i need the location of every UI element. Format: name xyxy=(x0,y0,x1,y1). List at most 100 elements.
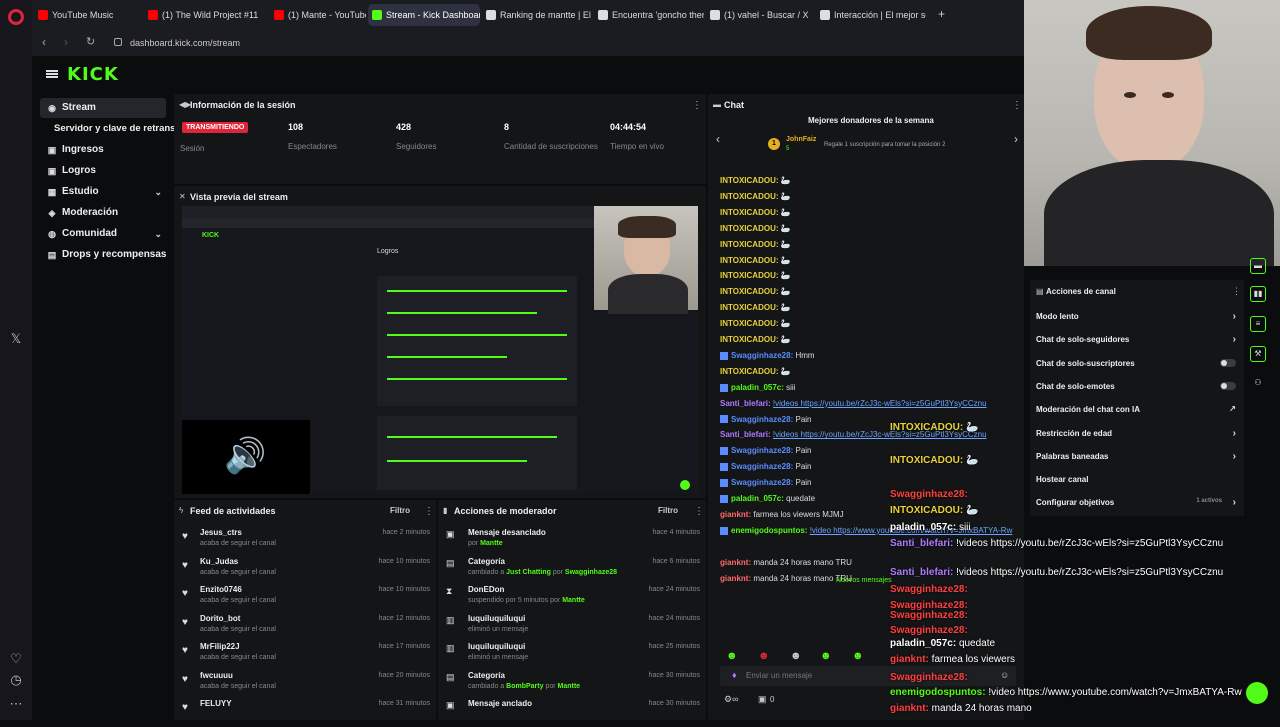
chat-username[interactable]: INTOXICADOU: xyxy=(720,192,779,201)
chat-username[interactable]: INTOXICADOU: xyxy=(720,271,779,280)
emote-icon[interactable]: ☻ xyxy=(820,650,832,662)
chat-username[interactable]: Santi_blefari: xyxy=(720,430,771,439)
chat-input[interactable]: ♦ Enviar un mensaje ☺ xyxy=(720,666,1016,686)
list-icon[interactable]: ≡ xyxy=(1250,316,1266,332)
channel-action[interactable]: Moderación del chat con IA ↗ xyxy=(1036,404,1236,414)
sidebar-item[interactable]: ▣ Ingresos xyxy=(40,140,166,160)
sidebar-item[interactable]: ◉ Stream xyxy=(40,98,166,118)
chat-username[interactable]: paladin_057c: xyxy=(731,494,784,503)
chat-username[interactable]: enemigodospuntos: xyxy=(731,526,807,535)
channel-action[interactable]: Chat de solo-seguidores › xyxy=(1036,334,1236,345)
back-icon[interactable]: ‹ xyxy=(42,35,46,49)
feed-username[interactable]: Dorito_bot xyxy=(200,614,240,623)
browser-tab[interactable]: Stream - Kick Dashboard xyxy=(368,4,480,26)
channel-action[interactable]: Modo lento › xyxy=(1036,311,1236,322)
kebab-menu-icon[interactable]: ⋮ xyxy=(1012,100,1022,111)
feed-username[interactable]: MrFilip22J xyxy=(200,642,240,651)
feed-username[interactable]: Ku_Judas xyxy=(200,557,238,566)
chevron-down-icon[interactable]: ⌄ xyxy=(154,182,162,202)
mod-action-user[interactable]: Mantte xyxy=(562,597,585,604)
channel-action[interactable]: Chat de solo-suscriptores xyxy=(1036,358,1236,368)
chat-username[interactable]: gianknt: xyxy=(720,574,751,583)
chat-username[interactable]: INTOXICADOU: xyxy=(720,256,779,265)
chat-bubble-icon[interactable]: ▬ xyxy=(1250,258,1266,274)
stream-preview-video[interactable]: KICK Logros 🔊 xyxy=(182,206,698,494)
chat-username[interactable]: gianknt: xyxy=(720,510,751,519)
emote-icon[interactable]: ☻ xyxy=(790,650,802,662)
mod-action-user[interactable]: Swagginhaze28 xyxy=(565,569,617,576)
url-field[interactable]: dashboard.kick.com/stream xyxy=(112,34,992,52)
chevron-down-icon[interactable]: ⌄ xyxy=(154,224,162,244)
chat-username[interactable]: INTOXICADOU: xyxy=(720,335,779,344)
emote-icon[interactable]: ☻ xyxy=(726,650,738,662)
sidebar-item[interactable]: ◈ Moderación xyxy=(40,203,166,223)
chat-username[interactable]: paladin_057c: xyxy=(731,383,784,392)
kebab-menu-icon[interactable]: ⋮ xyxy=(424,506,434,517)
history-icon[interactable]: ◷ xyxy=(9,673,23,687)
chat-username[interactable]: Swagginhaze28: xyxy=(731,446,793,455)
next-arrow-icon[interactable]: › xyxy=(1014,132,1018,146)
heart-icon[interactable]: ♡ xyxy=(9,652,23,666)
kick-logo[interactable]: KICK xyxy=(67,64,119,85)
browser-tab[interactable]: YouTube Music xyxy=(34,4,142,26)
kebab-menu-icon[interactable]: ⋮ xyxy=(692,100,702,111)
chat-username[interactable]: INTOXICADOU: xyxy=(720,208,779,217)
filter-button[interactable]: Filtro xyxy=(658,506,678,515)
chat-username[interactable]: Swagginhaze28: xyxy=(731,478,793,487)
channel-action[interactable]: Restricción de edad › xyxy=(1036,428,1236,439)
chat-username[interactable]: INTOXICADOU: xyxy=(720,287,779,296)
chat-username[interactable]: INTOXICADOU: xyxy=(720,224,779,233)
chat-username[interactable]: INTOXICADOU: xyxy=(720,367,779,376)
wallet-icon[interactable]: ▣ xyxy=(758,694,767,705)
menu-icon[interactable] xyxy=(46,70,58,78)
chat-username[interactable]: INTOXICADOU: xyxy=(720,303,779,312)
channel-action[interactable]: Palabras baneadas › xyxy=(1036,451,1236,462)
hammer-icon[interactable]: ⚒ xyxy=(1250,346,1266,362)
chat-username[interactable]: Swagginhaze28: xyxy=(731,351,793,360)
feed-username[interactable]: Enzito0746 xyxy=(200,585,242,594)
chat-username[interactable]: INTOXICADOU: xyxy=(720,240,779,249)
mic-icon[interactable]: ♦ xyxy=(732,670,737,680)
channel-action[interactable]: Hostear canal xyxy=(1036,475,1236,484)
emote-icon[interactable]: ☻ xyxy=(758,650,770,662)
browser-tab[interactable]: (1) vahel - Buscar / X xyxy=(706,4,814,26)
settings-icon[interactable]: ⚙∞ xyxy=(724,694,738,705)
users-icon[interactable]: ⚇ xyxy=(1250,376,1266,392)
chat-username[interactable]: Santi_blefari: xyxy=(720,399,771,408)
new-tab-button[interactable]: + xyxy=(938,7,945,21)
sidebar-item[interactable]: ◍ Comunidad ⌄ xyxy=(40,224,166,244)
sidebar-item[interactable]: ▤ Drops y recompensas xyxy=(40,245,167,265)
feed-username[interactable]: Jesus_ctrs xyxy=(200,528,242,537)
chat-username[interactable]: gianknt: xyxy=(720,558,751,567)
mod-action-user[interactable]: Mantte xyxy=(480,540,503,547)
channel-action[interactable]: Chat de solo-emotes xyxy=(1036,381,1236,391)
pause-icon[interactable]: ▮▮ xyxy=(1250,286,1266,302)
kebab-menu-icon[interactable]: ⋮ xyxy=(694,506,704,517)
chat-username[interactable]: Swagginhaze28: xyxy=(731,415,793,424)
mod-action-user[interactable]: Mantte xyxy=(558,683,581,690)
emoji-icon[interactable]: ☺ xyxy=(1000,670,1009,680)
channel-action[interactable]: Configurar objetivos › 1 activos xyxy=(1036,497,1236,508)
emote-icon[interactable]: ☻ xyxy=(852,650,864,662)
opera-logo-icon[interactable] xyxy=(8,9,24,25)
more-icon[interactable]: ⋯ xyxy=(9,697,23,711)
chat-username[interactable]: Swagginhaze28: xyxy=(731,462,793,471)
reload-icon[interactable]: ↻ xyxy=(86,35,95,48)
toggle-switch[interactable] xyxy=(1220,358,1236,367)
mod-action-user[interactable]: BombParty xyxy=(506,683,543,690)
prev-arrow-icon[interactable]: ‹ xyxy=(716,132,720,146)
forward-icon[interactable]: › xyxy=(64,35,68,49)
browser-tab[interactable]: (1) The Wild Project #11 xyxy=(144,4,268,26)
browser-tab[interactable]: Interacción | El mejor soft xyxy=(816,4,926,26)
kebab-menu-icon[interactable]: ⋮ xyxy=(1232,286,1241,297)
chat-fab-icon[interactable] xyxy=(1246,682,1268,704)
chat-username[interactable]: INTOXICADOU: xyxy=(720,176,779,185)
chat-username[interactable]: INTOXICADOU: xyxy=(720,319,779,328)
collapse-icon[interactable]: ✕ xyxy=(179,192,186,201)
browser-tab[interactable]: (1) Mante - YouTube xyxy=(270,4,366,26)
browser-tab[interactable]: Encuentra 'goncho therian xyxy=(594,4,704,26)
sidebar-item[interactable]: ▣ Logros xyxy=(40,161,166,181)
sidebar-item[interactable]: ▦ Estudio ⌄ xyxy=(40,182,166,202)
filter-button[interactable]: Filtro xyxy=(390,506,410,515)
feed-username[interactable]: FELUYY xyxy=(200,699,232,708)
